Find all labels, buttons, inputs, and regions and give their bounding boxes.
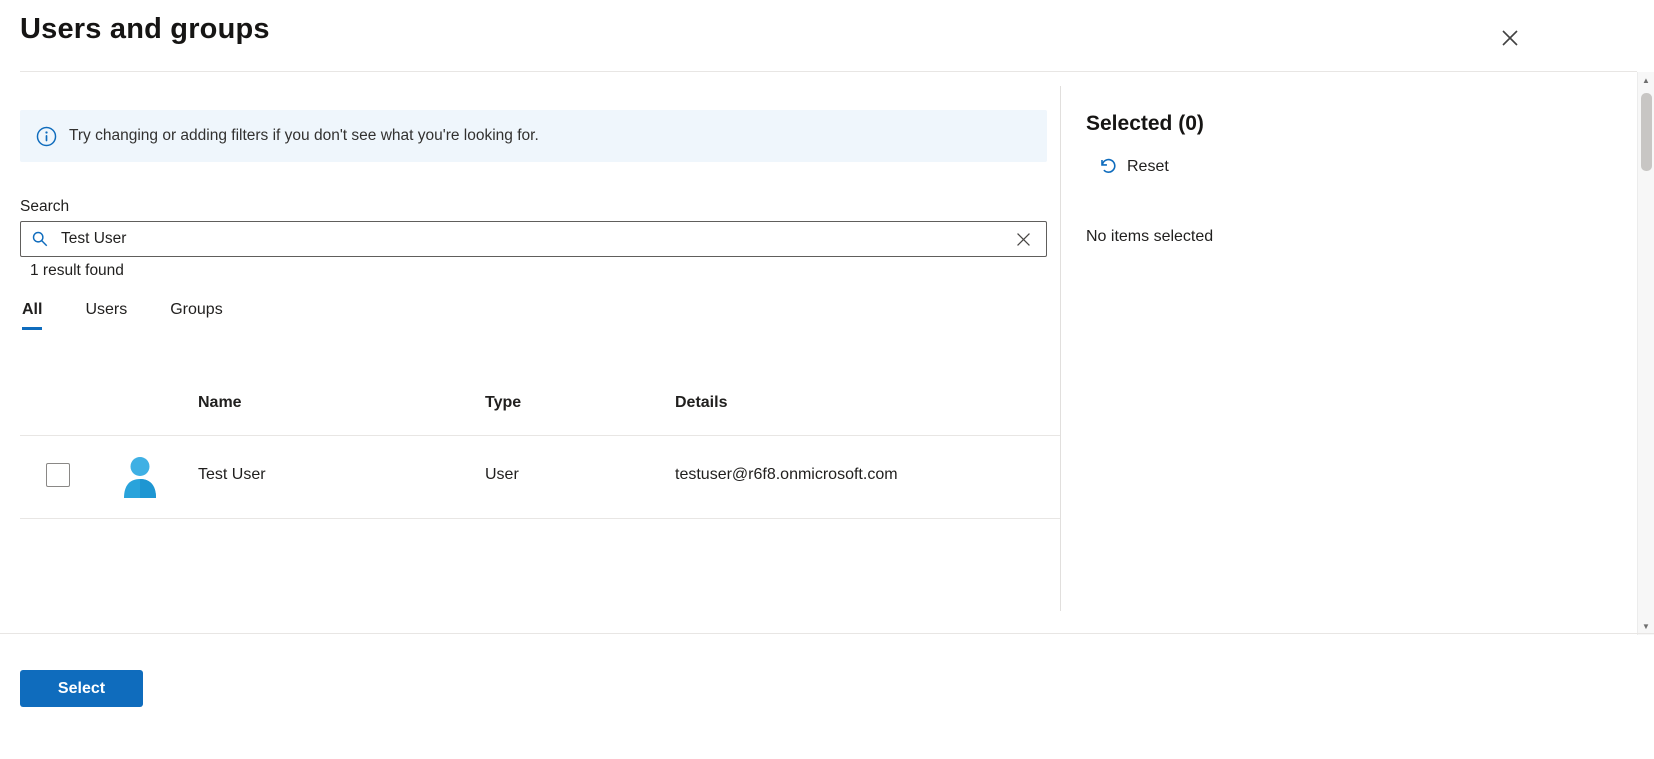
row-divider [20, 518, 1060, 519]
reset-button[interactable]: Reset [1098, 157, 1169, 176]
tab-users[interactable]: Users [85, 301, 127, 330]
search-box [20, 221, 1047, 257]
tab-all[interactable]: All [22, 301, 42, 330]
table-row[interactable]: Test User User testuser@r6f8.onmicrosoft… [0, 436, 1060, 518]
row-type: User [485, 466, 519, 484]
column-header-details: Details [675, 394, 727, 412]
reset-label: Reset [1127, 158, 1169, 176]
results-count: 1 result found [30, 262, 124, 280]
column-header-type: Type [485, 394, 521, 412]
search-label: Search [20, 198, 69, 216]
undo-icon [1098, 157, 1117, 176]
close-icon-glyph [1500, 28, 1520, 48]
footer-divider [0, 633, 1654, 634]
clear-search-icon[interactable] [1010, 226, 1036, 252]
row-details: testuser@r6f8.onmicrosoft.com [675, 466, 898, 484]
users-and-groups-panel: Users and groups Try changing or adding … [0, 0, 1654, 759]
panel-divider [1060, 86, 1061, 611]
row-name: Test User [198, 466, 266, 484]
info-icon [36, 126, 57, 147]
no-items-text: No items selected [1086, 228, 1213, 246]
select-button[interactable]: Select [20, 670, 143, 707]
page-title: Users and groups [20, 13, 270, 46]
search-input[interactable] [61, 230, 1010, 248]
close-icon[interactable] [1496, 24, 1524, 52]
search-icon [31, 230, 49, 248]
selected-title: Selected (0) [1086, 112, 1204, 136]
scrollbar-thumb[interactable] [1641, 93, 1652, 171]
person-icon [116, 453, 164, 501]
header-divider [20, 71, 1637, 72]
scroll-up-icon[interactable]: ▲ [1638, 72, 1654, 89]
info-banner-text: Try changing or adding filters if you do… [69, 127, 539, 145]
info-banner: Try changing or adding filters if you do… [20, 110, 1047, 162]
tab-groups[interactable]: Groups [170, 301, 222, 330]
column-header-name: Name [198, 394, 242, 412]
vertical-scrollbar[interactable]: ▲ ▼ [1637, 72, 1654, 635]
row-checkbox[interactable] [46, 463, 70, 487]
filter-tabs: All Users Groups [22, 301, 223, 330]
